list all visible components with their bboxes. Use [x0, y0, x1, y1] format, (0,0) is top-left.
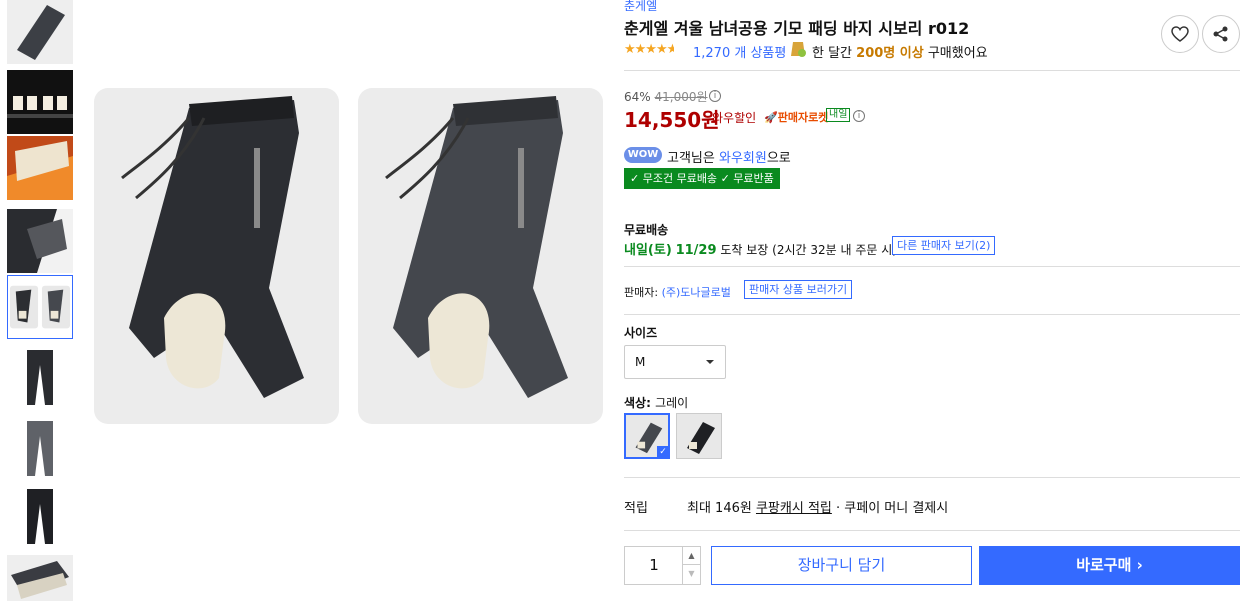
- rocket-badge: 🚀판매자로켓: [764, 109, 828, 125]
- quantity-arrows: ▲ ▼: [682, 547, 700, 584]
- review-count-link[interactable]: 1,270 개 상품평: [693, 42, 786, 61]
- thumbnail-2[interactable]: [7, 70, 73, 134]
- thumbnail-4[interactable]: [7, 209, 73, 273]
- divider: [624, 70, 1240, 71]
- purchase-badge-icon: [791, 42, 806, 57]
- chevron-right-icon: ›: [1136, 556, 1143, 574]
- purchase-count: 200명 이상: [856, 46, 924, 61]
- shipping-label: 무료배송: [624, 223, 669, 237]
- buy-now-button[interactable]: 바로구매 ›: [979, 546, 1240, 585]
- seller-label: 판매자:: [624, 286, 659, 299]
- wow-member-link[interactable]: 와우회원: [719, 151, 767, 166]
- thumbnail-5-selected[interactable]: [7, 275, 73, 339]
- check-icon: ✓: [630, 172, 640, 185]
- seller-name-link[interactable]: (주)도나글로벌: [662, 286, 731, 299]
- divider: [624, 314, 1240, 315]
- color-label: 색상: 그레이: [624, 394, 688, 411]
- discount-rate: 64%: [624, 90, 651, 104]
- color-swatch-black[interactable]: [676, 413, 722, 459]
- size-select[interactable]: M: [624, 345, 726, 379]
- buy-now-label: 바로구매: [1076, 556, 1132, 574]
- benefit-free-shipping: 무조건 무료배송: [642, 172, 718, 185]
- coupang-cash-link[interactable]: 쿠팡캐시 적립: [756, 501, 832, 516]
- product-image-grey: [358, 88, 603, 424]
- benefit-badges: ✓ 무조건 무료배송 ✓ 무료반품: [624, 168, 780, 189]
- thumbnail-6[interactable]: [7, 345, 73, 409]
- divider: [624, 530, 1240, 531]
- color-swatch-grey[interactable]: ✓: [624, 413, 670, 459]
- sale-price: 14,550원: [624, 108, 720, 132]
- share-button[interactable]: [1202, 15, 1240, 53]
- arrival-day: 내일(토): [624, 243, 672, 258]
- size-selected: M: [635, 355, 646, 369]
- color-label-text: 색상:: [624, 396, 651, 410]
- wow-text-c: 으로: [766, 151, 791, 166]
- info-icon[interactable]: i: [853, 110, 865, 122]
- color-selected: 그레이: [655, 396, 689, 410]
- quantity-down-button[interactable]: ▼: [683, 565, 700, 583]
- heart-icon: [1171, 26, 1189, 42]
- thumbnail-1[interactable]: [7, 0, 73, 64]
- points-amount: 최대 146원: [687, 501, 752, 516]
- product-image-black: [94, 88, 339, 424]
- add-to-cart-button[interactable]: 장바구니 담기: [711, 546, 972, 585]
- seller-info: 판매자: (주)도나글로벌: [624, 284, 731, 300]
- check-icon: ✓: [657, 446, 668, 457]
- arrival-suffix: 도착 보장: [720, 243, 769, 257]
- points-condition: · 쿠페이 머니 결제시: [836, 501, 949, 516]
- rocket-label: 판매자로켓: [777, 111, 829, 124]
- seller-products-button[interactable]: 판매자 상품 보러가기: [744, 280, 853, 299]
- divider: [624, 477, 1240, 478]
- quantity-input[interactable]: 1: [625, 547, 683, 584]
- quantity-stepper[interactable]: 1 ▲ ▼: [624, 546, 701, 585]
- thumbnail-9[interactable]: [7, 555, 73, 601]
- quantity-up-button[interactable]: ▲: [683, 547, 700, 565]
- product-title: 춘게엘 겨울 남녀공용 기모 패딩 바지 시보리 r012: [624, 19, 970, 38]
- rocket-icon: 🚀: [764, 111, 778, 124]
- discount-info: 64% 41,000원: [624, 88, 708, 105]
- wishlist-button[interactable]: [1161, 15, 1199, 53]
- rating-stars: ★★★★★: [624, 42, 674, 57]
- thumbnail-8[interactable]: [7, 484, 73, 548]
- points-info: 최대 146원 쿠팡캐시 적립 · 쿠페이 머니 결제시: [687, 497, 948, 516]
- arrival-note: (2시간 32분 내 주문 시): [772, 243, 897, 257]
- thumbnail-3[interactable]: [7, 136, 73, 200]
- tomorrow-badge: 내일: [826, 108, 851, 122]
- size-label: 사이즈: [624, 326, 658, 340]
- thumbnail-7[interactable]: [7, 416, 73, 480]
- wow-badge: WOW: [624, 147, 662, 163]
- check-icon: ✓: [720, 172, 730, 185]
- review-suffix: 개 상품평: [734, 46, 787, 61]
- share-icon: [1213, 26, 1228, 42]
- benefit-free-return: 무료반품: [733, 172, 774, 185]
- wow-member-text: 고객님은 와우회원으로: [667, 147, 791, 166]
- purchase-suffix: 구매했어요: [927, 46, 988, 61]
- wow-text-a: 고객님은: [667, 151, 715, 166]
- brand-link[interactable]: 춘게엘: [624, 0, 657, 14]
- review-count: 1,270: [693, 46, 731, 61]
- delivery-info: 내일(토) 11/29 도착 보장 (2시간 32분 내 주문 시): [624, 239, 897, 258]
- arrival-date: 11/29: [675, 243, 717, 258]
- divider: [624, 266, 1240, 267]
- other-sellers-button[interactable]: 다른 판매자 보기(2): [892, 236, 996, 255]
- wow-discount-label: 와우할인: [712, 111, 757, 125]
- original-price: 41,000원: [654, 90, 708, 104]
- caret-down-icon: [706, 360, 714, 364]
- purchase-count-text: 한 달간 200명 이상 구매했어요: [812, 42, 988, 61]
- info-icon[interactable]: i: [709, 90, 721, 102]
- points-label: 적립: [624, 501, 648, 516]
- purchase-prefix: 한 달간: [812, 46, 853, 61]
